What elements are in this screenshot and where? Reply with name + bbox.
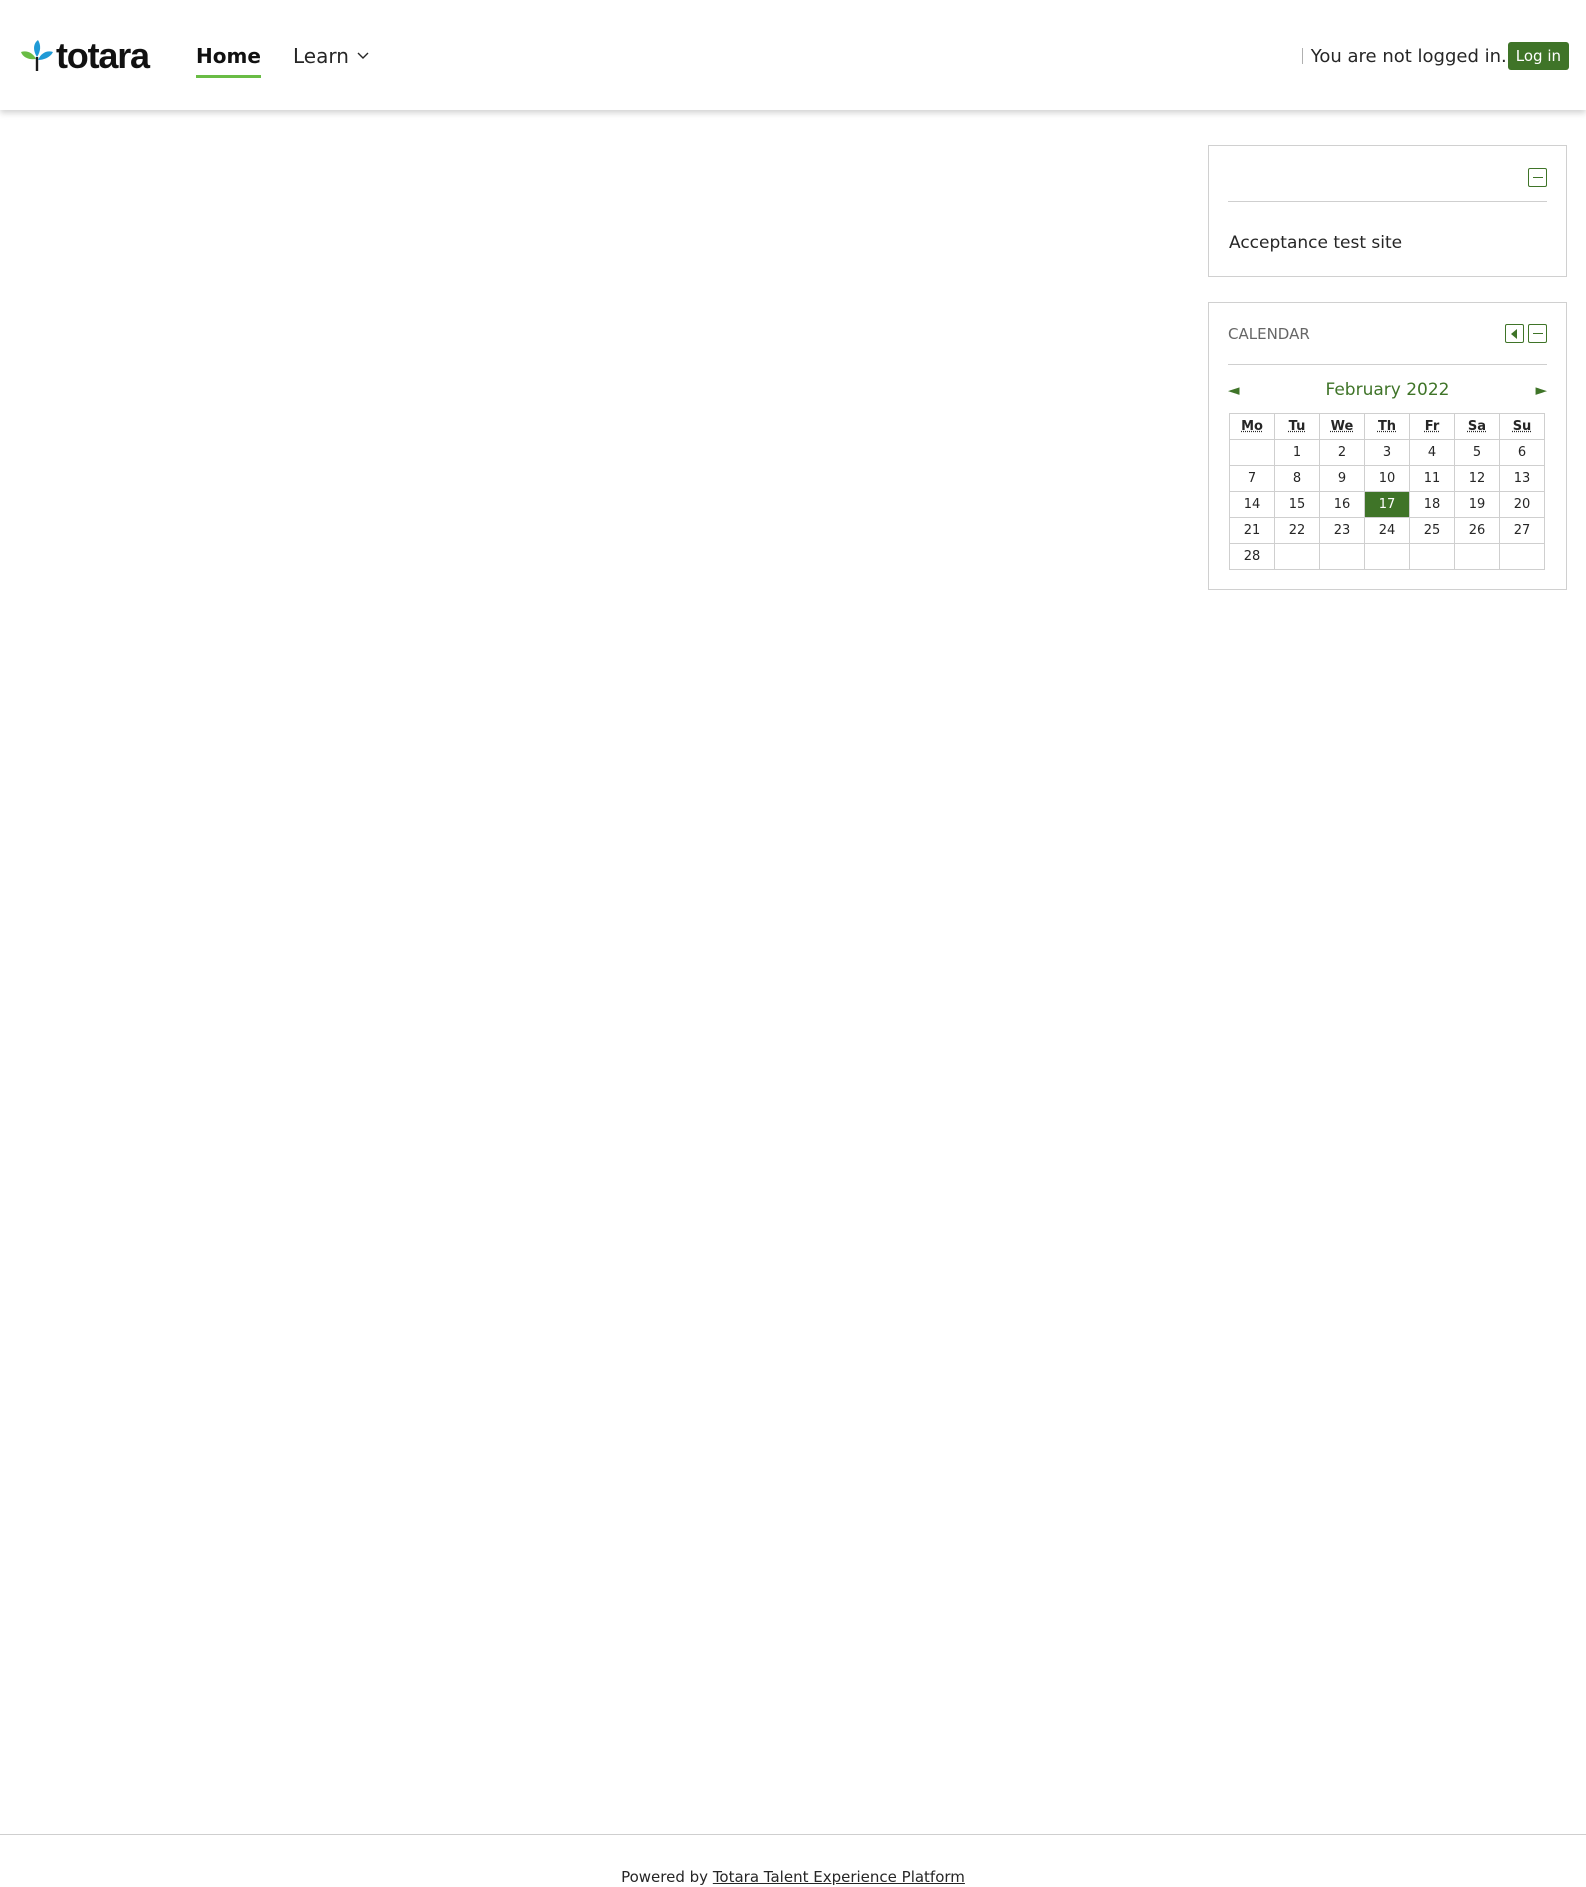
calendar-day <box>1499 543 1545 570</box>
site-info-block: Acceptance test site <box>1208 145 1567 277</box>
nav-home[interactable]: Home <box>196 43 261 78</box>
calendar-day[interactable]: 12 <box>1454 465 1500 492</box>
nav-learn-label: Learn <box>293 44 349 68</box>
collapse-button[interactable] <box>1528 168 1547 187</box>
nav-learn[interactable]: Learn <box>293 43 369 69</box>
calendar-day[interactable]: 19 <box>1454 491 1500 518</box>
site-header: totara Home Learn You are not logged in.… <box>0 0 1586 110</box>
block-header: CALENDAR <box>1228 303 1547 365</box>
chevron-down-icon <box>357 52 369 59</box>
calendar-day[interactable]: 11 <box>1409 465 1455 492</box>
calendar-day <box>1274 543 1320 570</box>
dock-button[interactable] <box>1505 324 1524 343</box>
calendar-day[interactable]: 22 <box>1274 517 1320 544</box>
calendar-day <box>1409 543 1455 570</box>
dock-left-icon <box>1511 328 1517 339</box>
minus-box-icon <box>1532 176 1543 179</box>
calendar-weeks: 1 2 3 4 5 6 7 8 9 10 11 12 13 14 15 16 17 18 19 20 21 22 23 24 2… <box>1229 439 1545 570</box>
calendar-day[interactable]: 18 <box>1409 491 1455 518</box>
calendar-day[interactable]: 9 <box>1319 465 1365 492</box>
calendar-day <box>1454 543 1500 570</box>
calendar-day[interactable]: 13 <box>1499 465 1545 492</box>
footer-platform-link[interactable]: Totara Talent Experience Platform <box>713 1868 965 1886</box>
site-description: Acceptance test site <box>1229 233 1403 253</box>
calendar-title: CALENDAR <box>1228 325 1310 343</box>
calendar-day-today[interactable]: 17 <box>1364 491 1410 518</box>
calendar-month-nav: ◄ February 2022 ► <box>1228 379 1547 413</box>
calendar-day[interactable]: 7 <box>1229 465 1275 492</box>
calendar-week-row: 21 22 23 24 25 26 27 <box>1229 517 1545 544</box>
weekday-row: Mo Tu We Th Fr Sa Su <box>1229 413 1545 440</box>
collapse-button[interactable] <box>1528 324 1547 343</box>
calendar-day[interactable]: 4 <box>1409 439 1455 466</box>
logo-text: totara <box>56 35 150 76</box>
calendar-day[interactable]: 23 <box>1319 517 1365 544</box>
calendar-week-row: 7 8 9 10 11 12 13 <box>1229 465 1545 492</box>
login-status-text: You are not logged in. <box>1310 45 1507 67</box>
calendar-day[interactable]: 8 <box>1274 465 1320 492</box>
calendar-day[interactable]: 20 <box>1499 491 1545 518</box>
calendar-month-link[interactable]: February 2022 <box>1326 380 1450 400</box>
calendar-day[interactable]: 15 <box>1274 491 1320 518</box>
calendar-month-container: February 2022 <box>1228 379 1547 401</box>
calendar-week-row: 14 15 16 17 18 19 20 <box>1229 491 1545 518</box>
login-area: You are not logged in. Log in <box>1301 42 1569 70</box>
calendar-day[interactable]: 2 <box>1319 439 1365 466</box>
calendar-day[interactable]: 26 <box>1454 517 1500 544</box>
login-button[interactable]: Log in <box>1507 42 1569 70</box>
next-month-link[interactable]: ► <box>1535 379 1547 401</box>
calendar-day[interactable]: 25 <box>1409 517 1455 544</box>
calendar-day <box>1319 543 1365 570</box>
calendar-day[interactable]: 28 <box>1229 543 1275 570</box>
block-header <box>1228 146 1547 202</box>
footer-prefix: Powered by <box>621 1868 713 1886</box>
calendar-day[interactable]: 3 <box>1364 439 1410 466</box>
calendar-week-row: 28 <box>1229 543 1545 570</box>
totara-leaf-icon <box>21 40 53 71</box>
weekday-header: Th <box>1364 413 1410 440</box>
weekday-header: Fr <box>1409 413 1455 440</box>
calendar-day[interactable]: 5 <box>1454 439 1500 466</box>
weekday-header: We <box>1319 413 1365 440</box>
weekday-header: Su <box>1499 413 1545 440</box>
calendar-week-row: 123456 <box>1229 439 1545 466</box>
previous-month-link[interactable]: ◄ <box>1228 379 1240 401</box>
calendar-day[interactable]: 6 <box>1499 439 1545 466</box>
calendar-day[interactable]: 10 <box>1364 465 1410 492</box>
calendar-day[interactable]: 16 <box>1319 491 1365 518</box>
divider <box>1301 48 1303 64</box>
weekday-header: Tu <box>1274 413 1320 440</box>
calendar-day[interactable]: 1 <box>1274 439 1320 466</box>
calendar-day <box>1364 543 1410 570</box>
site-footer: Powered by Totara Talent Experience Plat… <box>0 1834 1586 1886</box>
calendar-block: CALENDAR ◄ February 2022 ► Mo Tu We Th F… <box>1208 302 1567 590</box>
calendar-day[interactable]: 24 <box>1364 517 1410 544</box>
calendar-day[interactable]: 21 <box>1229 517 1275 544</box>
totara-logo[interactable]: totara <box>20 35 150 76</box>
calendar-day[interactable]: 14 <box>1229 491 1275 518</box>
minus-box-icon <box>1532 332 1543 335</box>
calendar-grid: Mo Tu We Th Fr Sa Su 1 2 3 4 5 6 7 8 9 10 11 12 13 14… <box>1229 413 1545 570</box>
calendar-day[interactable]: 27 <box>1499 517 1545 544</box>
weekday-header: Sa <box>1454 413 1500 440</box>
weekday-header: Mo <box>1229 413 1275 440</box>
calendar-day <box>1229 439 1275 466</box>
